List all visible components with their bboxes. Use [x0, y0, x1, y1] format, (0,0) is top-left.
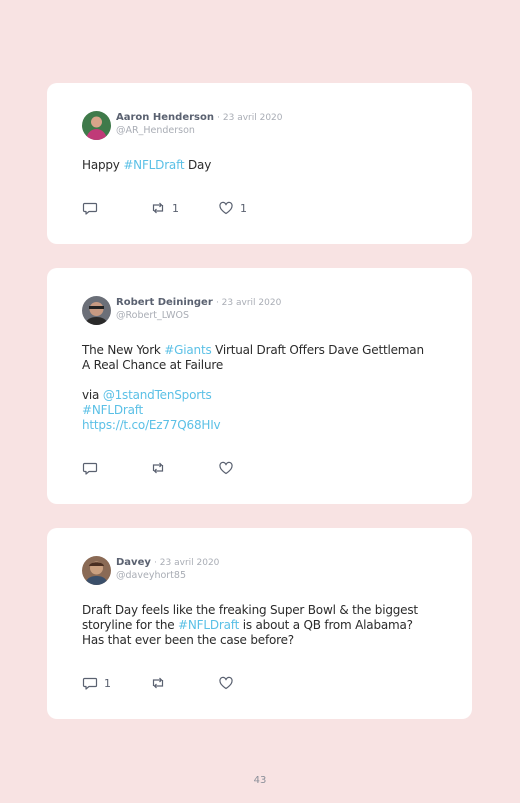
- avatar[interactable]: [82, 556, 111, 585]
- text-line: The New York #Giants Virtual Draft Offer…: [82, 343, 452, 358]
- reply-button[interactable]: 1: [82, 675, 111, 691]
- author-handle[interactable]: @daveyhort85: [116, 570, 186, 581]
- reply-button[interactable]: [82, 460, 98, 476]
- text-segment: Happy: [82, 158, 124, 172]
- author-line: Davey · 23 avril 2020: [116, 557, 219, 568]
- text-line: storyline for the #NFLDraft is about a Q…: [82, 618, 452, 633]
- retweet-button[interactable]: [150, 460, 166, 476]
- text-segment: via: [82, 388, 103, 402]
- reply-icon: [82, 200, 98, 216]
- author-line: Aaron Henderson · 23 avril 2020: [116, 112, 283, 123]
- page-number: 43: [253, 775, 267, 786]
- mention-link[interactable]: @1standTenSports: [103, 388, 212, 402]
- hashtag-link[interactable]: #NFLDraft: [178, 618, 239, 632]
- text-line: Draft Day feels like the freaking Super …: [82, 603, 418, 617]
- avatar[interactable]: [82, 296, 111, 325]
- like-icon: [218, 675, 234, 691]
- retweet-button[interactable]: 1: [150, 200, 179, 216]
- tweet-actions: 1 1: [82, 200, 382, 216]
- author-line: Robert Deininger · 23 avril 2020: [116, 297, 281, 308]
- tweet-actions: 1: [82, 675, 382, 691]
- text-segment: The New York: [82, 343, 165, 357]
- like-button[interactable]: [218, 675, 234, 691]
- hashtag-link[interactable]: #Giants: [164, 343, 211, 357]
- tweet-text: The New York #Giants Virtual Draft Offer…: [82, 343, 452, 433]
- text-line: Has that ever been the case before?: [82, 633, 294, 647]
- text-line: A Real Chance at Failure: [82, 358, 223, 372]
- author-handle[interactable]: @AR_Henderson: [116, 125, 195, 136]
- tweet-text: Happy #NFLDraft Day: [82, 158, 452, 173]
- retweet-icon: [150, 200, 166, 216]
- reply-count: 1: [104, 676, 111, 690]
- like-button[interactable]: 1: [218, 200, 247, 216]
- retweet-button[interactable]: [150, 675, 166, 691]
- hashtag-link[interactable]: #NFLDraft: [123, 158, 184, 172]
- reply-icon: [82, 460, 98, 476]
- tweet-card: Davey · 23 avril 2020 @daveyhort85 Draft…: [47, 528, 472, 719]
- author-name[interactable]: Robert Deininger: [116, 297, 213, 308]
- tweet-date: · 23 avril 2020: [217, 113, 283, 123]
- reply-button[interactable]: [82, 200, 98, 216]
- tweet-actions: [82, 460, 382, 476]
- tweet-text: Draft Day feels like the freaking Super …: [82, 603, 452, 648]
- author-name[interactable]: Davey: [116, 557, 151, 568]
- text-segment: is about a QB from Alabama?: [239, 618, 413, 632]
- tweet-card: Robert Deininger · 23 avril 2020 @Robert…: [47, 268, 472, 504]
- tweet-card: Aaron Henderson · 23 avril 2020 @AR_Hend…: [47, 83, 472, 244]
- like-icon: [218, 460, 234, 476]
- hashtag-link[interactable]: #NFLDraft: [82, 403, 452, 418]
- reply-icon: [82, 675, 98, 691]
- like-count: 1: [240, 201, 247, 215]
- retweet-count: 1: [172, 201, 179, 215]
- text-segment: Day: [184, 158, 212, 172]
- text-segment: storyline for the: [82, 618, 179, 632]
- like-icon: [218, 200, 234, 216]
- avatar[interactable]: [82, 111, 111, 140]
- retweet-icon: [150, 675, 166, 691]
- retweet-icon: [150, 460, 166, 476]
- author-name[interactable]: Aaron Henderson: [116, 112, 214, 123]
- text-segment: Virtual Draft Offers Dave Gettleman: [211, 343, 424, 357]
- tweet-date: · 23 avril 2020: [154, 558, 220, 568]
- author-handle[interactable]: @Robert_LWOS: [116, 310, 189, 321]
- text-line: via @1standTenSports: [82, 388, 452, 403]
- tweet-date: · 23 avril 2020: [215, 298, 282, 308]
- like-button[interactable]: [218, 460, 234, 476]
- url-link[interactable]: https://t.co/Ez77Q68HIv: [82, 418, 452, 433]
